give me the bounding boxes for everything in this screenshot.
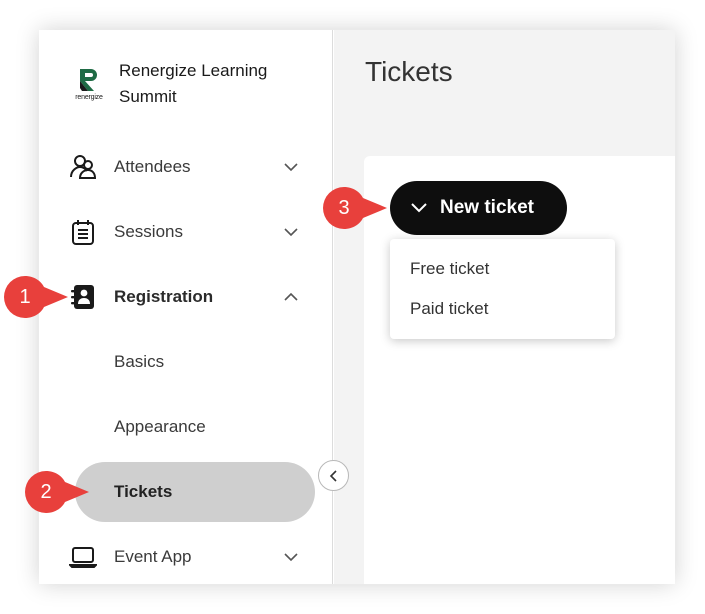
sidebar-subitem-label: Tickets (114, 482, 173, 501)
chevron-down-icon[interactable] (283, 224, 299, 240)
laptop-icon (69, 543, 97, 571)
new-ticket-button[interactable]: New ticket (390, 181, 567, 235)
event-name: Renergize Learning Summit (119, 61, 268, 106)
collapse-sidebar-button[interactable] (318, 460, 349, 491)
chevron-down-icon[interactable] (283, 549, 299, 565)
chevron-down-icon[interactable] (283, 159, 299, 175)
sidebar-subitem-basics[interactable]: Basics (114, 352, 164, 372)
chevron-up-icon[interactable] (283, 289, 299, 305)
renergize-logo: renergize (69, 64, 109, 104)
callout-number: 2 (40, 480, 52, 503)
callout-step-3: 3 (323, 187, 387, 229)
sidebar-item-label: Attendees (114, 157, 191, 176)
sidebar-item-sessions[interactable]: Sessions (69, 212, 299, 252)
contact-book-icon (69, 283, 97, 311)
chevron-left-icon (329, 469, 339, 483)
sidebar-item-label: Registration (114, 287, 214, 306)
callout-number: 3 (338, 196, 350, 219)
calendar-icon (69, 218, 97, 246)
sidebar-subitem-tickets[interactable]: Tickets (75, 462, 315, 522)
brand[interactable]: renergize Renergize Learning Summit (69, 58, 289, 110)
sidebar-item-registration[interactable]: Registration (69, 277, 299, 317)
users-icon (69, 153, 97, 181)
menu-item-free-ticket[interactable]: Free ticket (410, 259, 489, 279)
menu-item-paid-ticket[interactable]: Paid ticket (410, 299, 488, 319)
callout-step-1: 1 (4, 276, 68, 318)
sidebar-item-attendees[interactable]: Attendees (69, 147, 299, 187)
main-content: Tickets New ticket Free ticket Paid tick… (334, 30, 675, 584)
callout-step-2: 2 (25, 471, 89, 513)
new-ticket-dropdown: Free ticket Paid ticket (390, 239, 615, 339)
sidebar-subitem-appearance[interactable]: Appearance (114, 417, 206, 437)
chevron-down-icon (410, 202, 428, 214)
new-ticket-label: New ticket (440, 197, 534, 218)
page-title: Tickets (365, 56, 453, 87)
logo-text: renergize (75, 94, 103, 101)
sidebar-item-label: Event App (114, 547, 192, 566)
app-window: renergize Renergize Learning Summit Atte… (39, 30, 675, 584)
callout-number: 1 (19, 285, 31, 308)
sidebar-item-label: Sessions (114, 222, 183, 241)
sidebar-item-event-app[interactable]: Event App (69, 537, 299, 577)
